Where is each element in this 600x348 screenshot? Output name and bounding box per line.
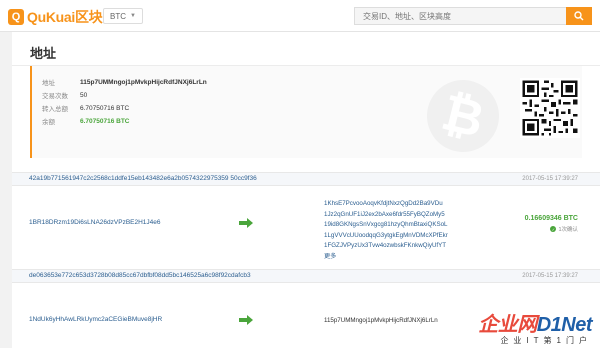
watermark-text-b: D1Net [536, 314, 593, 336]
to-address-link[interactable]: 1KhsE7PcvooAoqvKfdjtNxzQgDd2Ba9VDu [324, 199, 448, 210]
transaction-time: 2017-05-15 17:39:27 [522, 176, 578, 182]
search-icon [574, 11, 584, 21]
to-address-list: 115p7UMMngoj1pMvkpHijcRdfJNXj6LrLn [324, 316, 438, 327]
bitcoin-watermark-icon: ₿ [419, 72, 507, 160]
search-button[interactable] [566, 7, 592, 25]
transaction-hash-link[interactable]: 42a19b771561947c2c2568c1ddfe15eb143482e6… [29, 175, 257, 182]
transaction-hash-link[interactable]: de063653e772c653d3728b08d85cc67dbfbf08dd… [29, 272, 251, 279]
transaction-header: de063653e772c653d3728b08d85cc67dbfbf08dd… [12, 269, 600, 283]
search-input[interactable] [354, 7, 566, 25]
summary-row-total-received: 转入总额 6.70750716 BTC [42, 103, 130, 114]
summary-label: 地址 [42, 80, 55, 87]
summary-label: 转入总额 [42, 106, 68, 113]
logo-text: QuKuai区块 [27, 9, 103, 25]
summary-label: 交易次数 [42, 93, 68, 100]
to-address-link[interactable]: 1FGZJVPyzUx3Tvw4ozwbskFKnkwQiyUfYT [324, 241, 448, 252]
to-address-link[interactable]: 1Jz2qGnUF1iJ2ex2bAxe6fdr55FyBQZoMy5 [324, 210, 448, 221]
arrow-right-icon [239, 315, 253, 325]
main-panel: 地址 ₿ 地址 115p7UMMngoj1pMvkpHijcRdfJNXj6Lr… [12, 32, 600, 348]
coin-selector[interactable]: BTC ▼ [103, 8, 143, 24]
to-address-current: 115p7UMMngoj1pMvkpHijcRdfJNXj6LrLn [324, 317, 438, 324]
site-watermark: 企业网D1Net 企业IT第1门户 [478, 308, 592, 346]
summary-value-tx-count: 50 [80, 91, 88, 99]
confirmation-status: ✓ 1次确认 [550, 225, 578, 233]
watermark-logo: 企业网D1Net [478, 308, 592, 337]
to-address-link[interactable]: 1LgVVVcUUoodqqG3ytgkEgMnVDMcXPfEkr [324, 231, 448, 242]
top-bar: Q QuKuai区块 BTC ▼ [0, 0, 600, 32]
site-logo[interactable]: Q QuKuai区块 [8, 7, 103, 27]
transaction-header: 42a19b771561947c2c2568c1ddfe15eb143482e6… [12, 172, 600, 186]
to-address-list: 1KhsE7PcvooAoqvKfdjtNxzQgDd2Ba9VDu 1Jz2q… [324, 199, 448, 262]
summary-row-balance: 余额 6.70750716 BTC [42, 116, 130, 127]
from-address-link[interactable]: 1NdUk6yHhAwLRkUymc2aCEGieBMuve8jHR [29, 316, 162, 323]
from-address-link[interactable]: 1BR18DRzm19Di6sLNA26dzVPzBE2H1J4e6 [29, 219, 161, 226]
more-link[interactable]: 更多 [324, 252, 448, 263]
address-summary-card: ₿ 地址 115p7UMMngoj1pMvkpHijcRdfJNXj6LrLn … [30, 66, 582, 160]
page-title: 地址 [30, 46, 57, 61]
coin-selector-value: BTC [110, 11, 126, 21]
check-icon: ✓ [550, 226, 557, 232]
logo-icon: Q [8, 9, 24, 25]
confirmation-text: 1次确认 [558, 227, 578, 233]
transaction-time: 2017-05-15 17:39:27 [522, 273, 578, 279]
arrow-right-icon [239, 218, 253, 228]
watermark-text-a: 企业网 [478, 314, 537, 336]
summary-row-tx-count: 交易次数 50 [42, 90, 88, 101]
transaction-amount: 0.16609346 BTC [524, 215, 578, 222]
summary-label: 余额 [42, 119, 55, 126]
summary-row-address: 地址 115p7UMMngoj1pMvkpHijcRdfJNXj6LrLn [42, 77, 207, 88]
to-address-link[interactable]: 19id8GKNgsSnVxgcg81hzyQhmBtaxiQKSoL [324, 220, 448, 231]
summary-value-address: 115p7UMMngoj1pMvkpHijcRdfJNXj6LrLn [80, 78, 207, 86]
summary-value-balance: 6.70750716 BTC [80, 117, 130, 125]
chevron-down-icon: ▼ [130, 13, 136, 19]
qr-code-icon [520, 78, 580, 138]
summary-value-total-received: 6.70750716 BTC [80, 104, 130, 112]
